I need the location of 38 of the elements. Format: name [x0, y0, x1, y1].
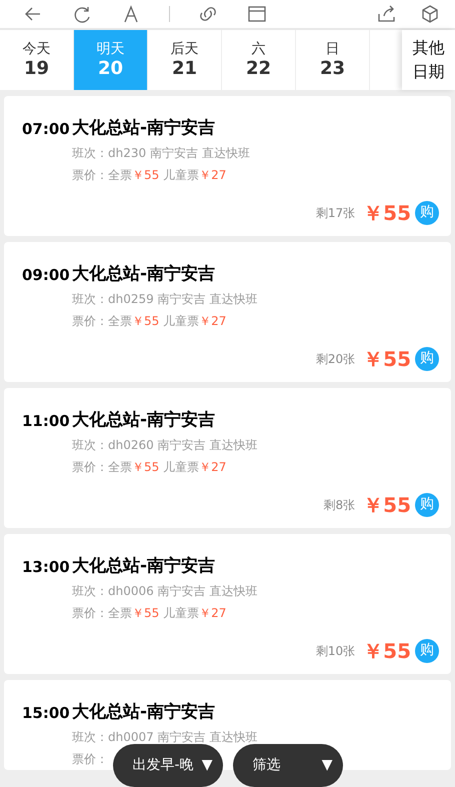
departure-time: 07:00 — [22, 118, 71, 140]
departure-time: 09:00 — [22, 264, 71, 286]
route-title: 大化总站-南宁安吉 — [72, 701, 216, 724]
sort-button[interactable]: 出发早-晚 ▼ — [112, 744, 222, 787]
departure-time: 11:00 — [22, 410, 71, 432]
route-title: 大化总站-南宁安吉 — [72, 117, 216, 140]
fare-info: 票价： — [72, 750, 108, 768]
filter-button[interactable]: 筛选 ▼ — [232, 744, 342, 787]
remaining-seats: 剩20张 — [316, 350, 356, 368]
date-tab[interactable]: 后天 21 — [148, 30, 222, 90]
service-info: 班次：dh0259 南宁安吉 直达快班 — [72, 290, 258, 308]
fare-info: 票价：全票￥55 儿童票￥27 — [72, 312, 226, 330]
date-tab[interactable]: 六 22 — [222, 30, 296, 90]
other-dates-button[interactable]: 其他日期 — [402, 30, 455, 90]
date-tab[interactable]: 日 23 — [296, 30, 370, 90]
fare-info: 票价：全票￥55 儿童票￥27 — [72, 166, 226, 184]
ticket-price: ￥55 — [363, 200, 411, 226]
fare-info: 票价：全票￥55 儿童票￥27 — [72, 604, 226, 622]
remaining-seats: 剩10张 — [316, 642, 356, 660]
departure-time: 13:00 — [22, 556, 71, 578]
trip-card[interactable]: 09:00 大化总站-南宁安吉 班次：dh0259 南宁安吉 直达快班 票价：全票￥55 儿童票￥27 剩20张 ￥55 购 — [4, 242, 451, 382]
remaining-seats: 剩17张 — [316, 204, 356, 222]
service-info: 班次：dh0260 南宁安吉 直达快班 — [72, 436, 258, 454]
fare-info: 票价：全票￥55 儿童票￥27 — [72, 458, 226, 476]
route-title: 大化总站-南宁安吉 — [72, 409, 216, 432]
departure-time: 15:00 — [22, 702, 71, 724]
ticket-price: ￥55 — [363, 346, 411, 372]
ticket-price: ￥55 — [363, 638, 411, 664]
service-info: 班次：dh0007 南宁安吉 直达快班 — [72, 728, 258, 746]
service-info: 班次：dh230 南宁安吉 直达快班 — [72, 144, 251, 162]
trip-card[interactable]: 13:00 大化总站-南宁安吉 班次：dh0006 南宁安吉 直达快班 票价：全票￥55 儿童票￥27 剩10张 ￥55 购 — [4, 534, 451, 674]
trip-card[interactable]: 07:00 大化总站-南宁安吉 班次：dh230 南宁安吉 直达快班 票价：全票￥55 儿童票￥27 剩17张 ￥55 购 — [4, 96, 451, 236]
ticket-price: ￥55 — [363, 492, 411, 518]
route-title: 大化总站-南宁安吉 — [72, 555, 216, 578]
route-title: 大化总站-南宁安吉 — [72, 263, 216, 286]
trip-card[interactable]: 11:00 大化总站-南宁安吉 班次：dh0260 南宁安吉 直达快班 票价：全票￥55 儿童票￥27 剩8张 ￥55 购 — [4, 388, 451, 528]
remaining-seats: 剩8张 — [324, 496, 356, 514]
service-info: 班次：dh0006 南宁安吉 直达快班 — [72, 582, 258, 600]
